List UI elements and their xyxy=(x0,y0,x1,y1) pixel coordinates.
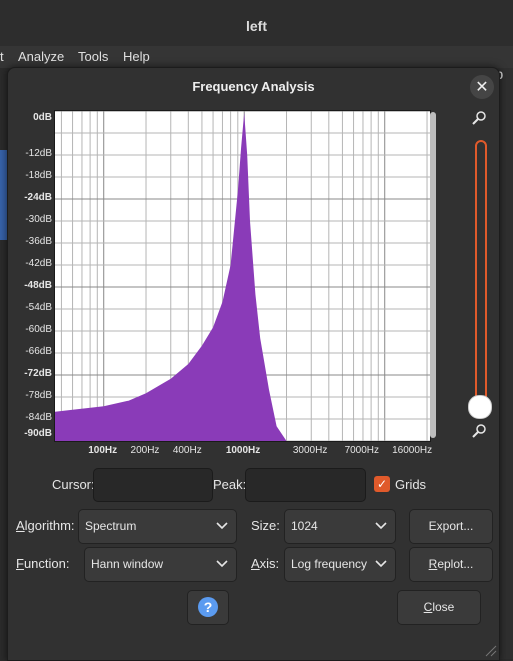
grids-label: Grids xyxy=(395,477,427,492)
zoom-in-icon[interactable] xyxy=(471,110,487,126)
app-window-title: left xyxy=(246,18,267,34)
x-tick-label: 16000Hz xyxy=(392,445,433,456)
plot-vertical-scrollbar[interactable] xyxy=(430,112,436,438)
size-value: 1024 xyxy=(291,519,318,533)
x-tick-label: 3000Hz xyxy=(292,445,328,456)
zoom-out-icon[interactable] xyxy=(471,423,487,439)
x-tick-label: 100Hz xyxy=(88,445,118,456)
menu-item-partial[interactable]: t xyxy=(0,49,4,64)
menu-item-help[interactable]: Help xyxy=(123,49,150,64)
axis-select[interactable]: Log frequency xyxy=(284,547,396,582)
y-tick-label: -30dB xyxy=(25,214,52,225)
y-tick-label: -18dB xyxy=(25,170,52,181)
close-x-icon[interactable]: ✕ xyxy=(470,75,494,99)
grids-checkbox[interactable]: ✓ xyxy=(374,476,390,492)
x-tick-label: 400Hz xyxy=(172,445,202,456)
chevron-down-icon xyxy=(375,522,387,530)
y-tick-label: -54dB xyxy=(25,302,52,313)
size-label: Size: xyxy=(251,518,280,533)
axis-value: Log frequency xyxy=(291,557,368,571)
peak-label: Peak: xyxy=(213,477,247,492)
help-icon: ? xyxy=(198,597,218,617)
size-select[interactable]: 1024 xyxy=(284,509,396,544)
dialog-titlebar: Frequency Analysis ✕ xyxy=(8,68,499,104)
cursor-field[interactable] xyxy=(93,468,213,502)
spectrum-svg xyxy=(55,110,430,442)
peak-field[interactable] xyxy=(245,468,366,502)
close-button[interactable]: Close xyxy=(397,590,481,625)
y-tick-label: -84dB xyxy=(25,412,52,423)
function-label: Function: xyxy=(16,556,70,571)
app-menubar: t Analyze Tools Help xyxy=(0,46,513,68)
y-tick-label: -66dB xyxy=(25,346,52,357)
function-select[interactable]: Hann window xyxy=(84,547,237,582)
app-titlebar: left xyxy=(0,0,513,47)
y-tick-label: 0dB xyxy=(33,112,52,123)
cursor-label: Cursor: xyxy=(52,477,95,492)
chevron-down-icon xyxy=(375,560,387,568)
y-tick-label: -60dB xyxy=(25,324,52,335)
export-button[interactable]: Export... xyxy=(409,509,493,544)
menu-item-analyze[interactable]: Analyze xyxy=(18,49,64,64)
help-button[interactable]: ? xyxy=(187,590,229,625)
y-tick-label: -78dB xyxy=(25,390,52,401)
chevron-down-icon xyxy=(216,560,228,568)
x-tick-label: 1000Hz xyxy=(225,445,261,456)
y-tick-label: -72dB xyxy=(24,368,52,379)
algorithm-value: Spectrum xyxy=(85,519,137,533)
zoom-slider-track[interactable] xyxy=(475,140,487,416)
replot-button[interactable]: Replot... xyxy=(409,547,493,582)
y-tick-label: -90dB xyxy=(24,428,52,439)
x-tick-label: 7000Hz xyxy=(344,445,380,456)
spectrum-plot[interactable] xyxy=(54,110,431,442)
algorithm-select[interactable]: Spectrum xyxy=(78,509,237,544)
y-tick-label: -24dB xyxy=(24,192,52,203)
axis-label: Axis: xyxy=(251,556,280,571)
chevron-down-icon xyxy=(216,522,228,530)
y-tick-label: -12dB xyxy=(25,148,52,159)
frequency-analysis-dialog: Frequency Analysis ✕ 0dB -12dB -18dB -24dB -… xyxy=(7,67,500,661)
y-tick-label: -36dB xyxy=(25,236,52,247)
menu-item-tools[interactable]: Tools xyxy=(78,49,108,64)
function-value: Hann window xyxy=(91,557,164,571)
x-tick-label: 200Hz xyxy=(130,445,160,456)
algorithm-label: Algorithm: xyxy=(16,518,75,533)
dialog-title: Frequency Analysis xyxy=(192,79,315,94)
y-tick-label: -48dB xyxy=(24,280,52,291)
resize-grip-icon[interactable] xyxy=(483,643,497,657)
y-tick-label: -42dB xyxy=(25,258,52,269)
zoom-slider-handle[interactable] xyxy=(468,395,492,419)
